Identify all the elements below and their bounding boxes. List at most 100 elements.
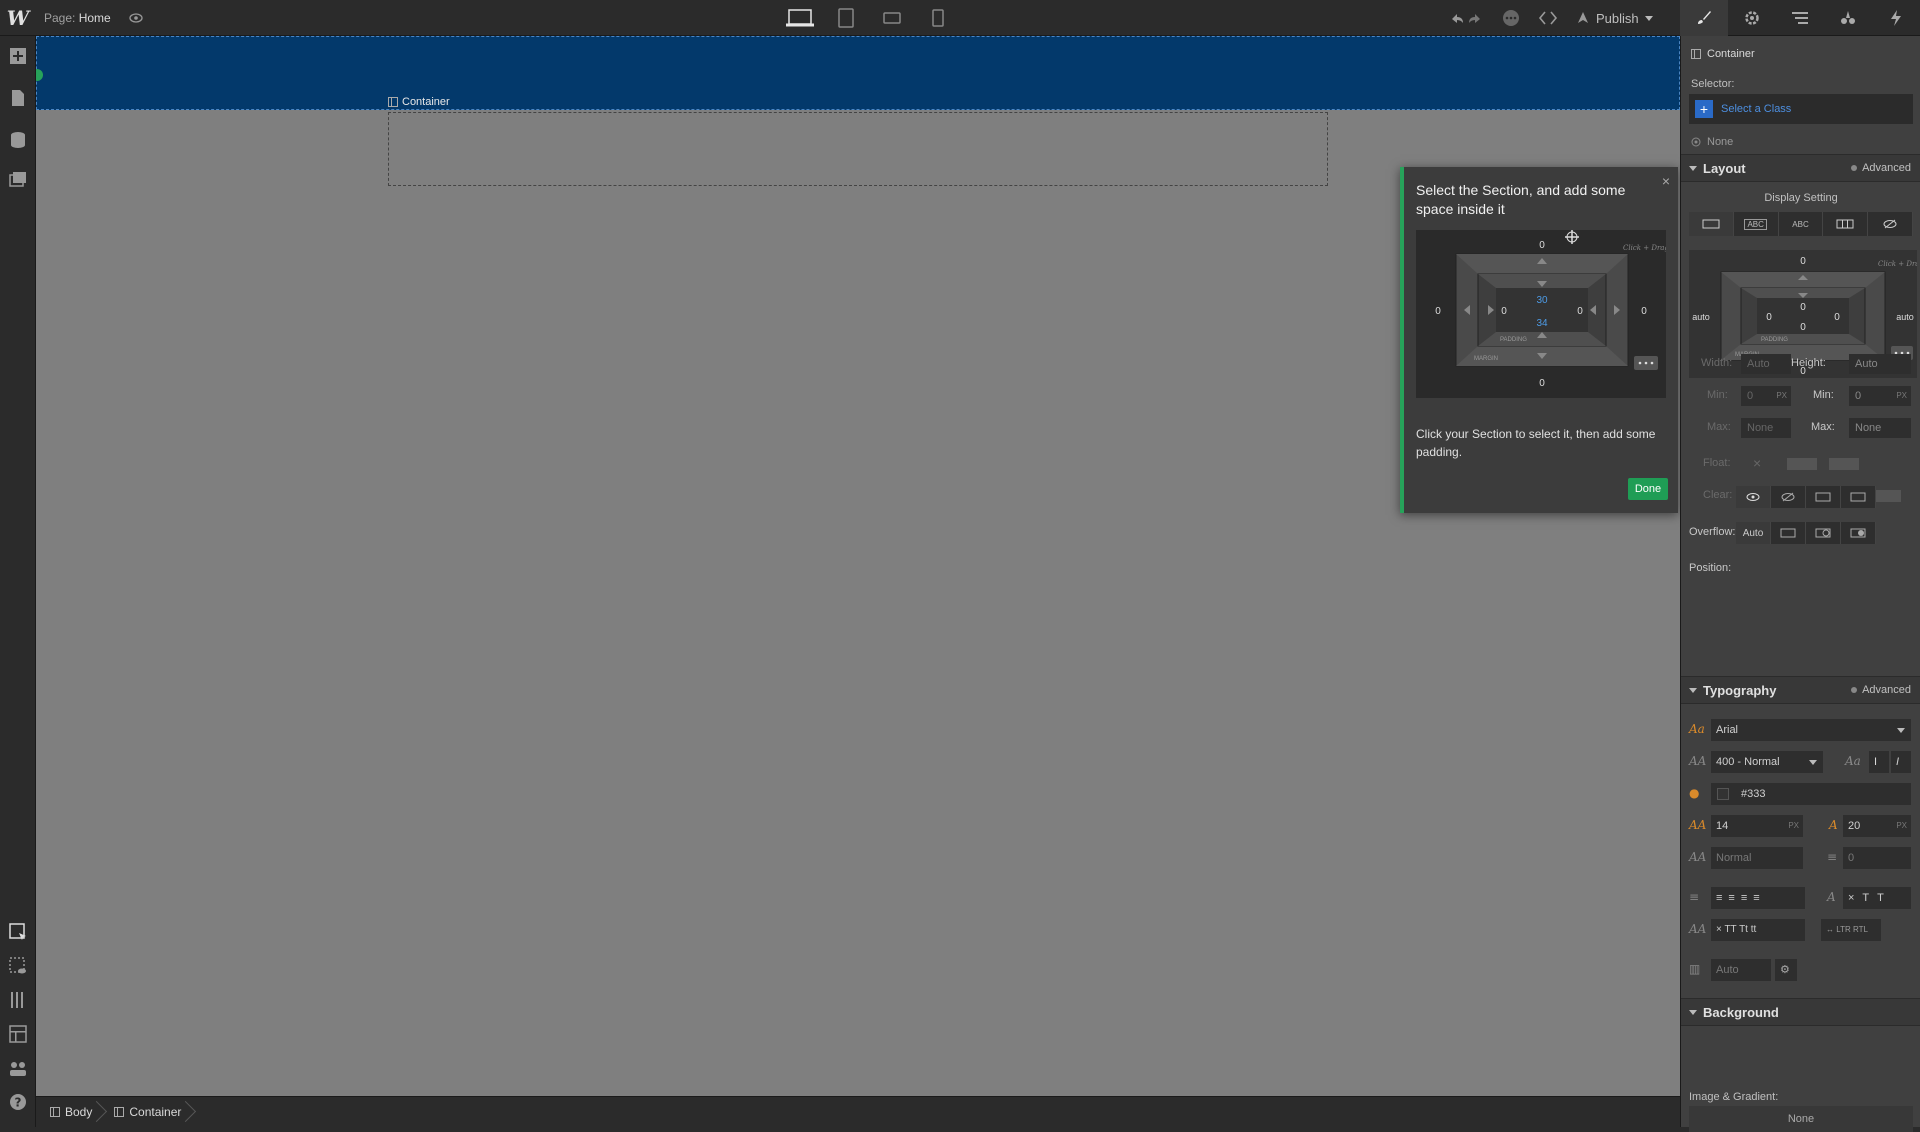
comments-icon[interactable]	[1502, 9, 1520, 27]
font-color-input[interactable]: #333	[1711, 783, 1911, 805]
width-label: Width:	[1701, 357, 1733, 369]
publish-button[interactable]: Publish	[1576, 11, 1653, 26]
layout-guides-icon[interactable]	[8, 1024, 28, 1044]
cms-database-icon[interactable]	[8, 130, 28, 150]
color-swatch[interactable]	[1717, 788, 1729, 800]
position-absolute-button[interactable]	[1806, 522, 1841, 544]
breadcrumb-body[interactable]: Body	[44, 1097, 106, 1128]
float-right-icon[interactable]	[1829, 458, 1859, 470]
padding-bottom-value[interactable]: 0	[1800, 322, 1806, 333]
font-weight-select[interactable]: 400 - Normal	[1711, 751, 1823, 773]
desktop-view-button[interactable]	[780, 0, 820, 36]
display-inline-block-button[interactable]: ABC	[1734, 212, 1779, 236]
position-relative-button[interactable]	[1771, 522, 1806, 544]
mobile-landscape-button[interactable]	[872, 0, 912, 36]
text-direction-buttons[interactable]: ↔ LTR RTL	[1821, 919, 1881, 941]
display-block-button[interactable]	[1689, 212, 1734, 236]
tab-settings[interactable]	[1728, 0, 1776, 36]
font-family-icon: Aa	[1689, 722, 1705, 736]
font-style-normal-button[interactable]: I	[1869, 751, 1889, 773]
undo-redo-icon[interactable]	[1448, 10, 1484, 26]
hidden-eye-icon	[1883, 219, 1897, 229]
typography-advanced-toggle[interactable]: Advanced	[1851, 684, 1911, 696]
padding-top-value[interactable]: 0	[1800, 302, 1806, 313]
preview-eye-icon[interactable]	[128, 10, 144, 26]
selector-field[interactable]: + Select a Class	[1689, 94, 1913, 124]
background-none-value[interactable]: None	[1689, 1106, 1913, 1132]
plus-icon[interactable]: +	[1695, 100, 1713, 118]
font-color-value: #333	[1741, 788, 1766, 800]
page-selector[interactable]: Page: Home	[44, 11, 111, 25]
min-width-input[interactable]: 0 PX	[1741, 386, 1791, 406]
height-input[interactable]: Auto	[1849, 354, 1911, 374]
background-section-header[interactable]: Background	[1681, 998, 1920, 1026]
advanced-label: Advanced	[1862, 684, 1911, 696]
show-edges-icon[interactable]	[8, 956, 28, 976]
overflow-auto-button[interactable]	[1841, 486, 1876, 508]
margin-top-value[interactable]: 0	[1800, 256, 1806, 267]
display-inline-button[interactable]: ABC	[1779, 212, 1824, 236]
display-none-button[interactable]	[1868, 212, 1913, 236]
font-style-italic-button[interactable]: I	[1891, 751, 1911, 773]
text-indent-input[interactable]: 0	[1843, 847, 1911, 869]
position-auto-button[interactable]: Auto	[1736, 522, 1771, 544]
text-decoration-buttons[interactable]: ×TT	[1843, 887, 1911, 909]
overflow-scroll-button[interactable]	[1806, 486, 1841, 508]
padding-left-value[interactable]: 0	[1766, 312, 1772, 323]
overflow-hidden-button[interactable]	[1771, 486, 1806, 508]
collaborators-icon[interactable]	[8, 1058, 28, 1078]
layout-section-header[interactable]: Layout Advanced	[1681, 154, 1920, 182]
text-align-buttons[interactable]: ≡≡≡≡	[1711, 887, 1805, 909]
container-element[interactable]	[388, 112, 1328, 186]
columns-input[interactable]: Auto	[1711, 959, 1771, 981]
max-height-input[interactable]: None	[1849, 418, 1911, 438]
pages-icon[interactable]	[8, 88, 28, 108]
container-icon	[1691, 49, 1701, 59]
margin-left-value[interactable]: auto	[1692, 312, 1710, 322]
height-label: Height:	[1791, 357, 1826, 369]
position-fixed-button[interactable]	[1841, 522, 1876, 544]
close-icon[interactable]: ×	[1662, 173, 1670, 189]
tut-padding-bottom: 34	[1536, 318, 1548, 329]
done-button[interactable]: Done	[1628, 478, 1668, 500]
paintbrush-icon	[1698, 11, 1711, 24]
tablet-view-button[interactable]	[826, 0, 866, 36]
blue-section[interactable]	[36, 36, 1680, 110]
font-size-input[interactable]: 14 PX	[1711, 815, 1803, 837]
help-icon[interactable]: ?	[8, 1092, 28, 1112]
columns-settings-icon[interactable]: ⚙	[1775, 959, 1797, 981]
padding-right-value[interactable]: 0	[1834, 312, 1840, 323]
assets-icon[interactable]	[8, 170, 28, 190]
page-prefix: Page:	[44, 11, 76, 25]
unit-label: PX	[1776, 391, 1787, 400]
add-element-icon[interactable]	[8, 46, 28, 66]
tab-style[interactable]	[1680, 0, 1728, 36]
layout-advanced-toggle[interactable]: Advanced	[1851, 162, 1911, 174]
float-left-icon[interactable]	[1787, 458, 1817, 470]
xray-icon[interactable]	[8, 990, 28, 1010]
mobile-portrait-button[interactable]	[918, 0, 958, 36]
hidden-eye-icon	[1781, 492, 1795, 502]
max-width-input[interactable]: None	[1741, 418, 1791, 438]
font-weight-value: 400 - Normal	[1716, 756, 1780, 768]
letter-spacing-input[interactable]: Normal	[1711, 847, 1803, 869]
webflow-logo[interactable]: W	[0, 0, 36, 36]
select-element-icon[interactable]	[8, 922, 28, 942]
tab-interactions[interactable]	[1824, 0, 1872, 36]
tab-lightning[interactable]	[1872, 0, 1920, 36]
body-icon	[50, 1107, 60, 1117]
code-icon[interactable]	[1538, 10, 1558, 26]
display-flex-button[interactable]	[1823, 212, 1869, 236]
float-none-icon[interactable]: ×	[1753, 455, 1761, 471]
margin-right-value[interactable]: auto	[1896, 312, 1914, 322]
width-input[interactable]: Auto	[1741, 354, 1791, 374]
min-height-input[interactable]: 0 PX	[1849, 386, 1911, 406]
tab-navigator[interactable]	[1776, 0, 1824, 36]
text-transform-buttons[interactable]: × TT Tt tt	[1711, 919, 1805, 941]
line-height-input[interactable]: 20 PX	[1843, 815, 1911, 837]
inline-block-label: ABC	[1744, 218, 1767, 230]
overflow-visible-button[interactable]	[1736, 486, 1771, 508]
font-family-select[interactable]: Arial	[1711, 719, 1911, 741]
typography-section-header[interactable]: Typography Advanced	[1681, 676, 1920, 704]
breadcrumb-container[interactable]: Container	[108, 1097, 195, 1128]
